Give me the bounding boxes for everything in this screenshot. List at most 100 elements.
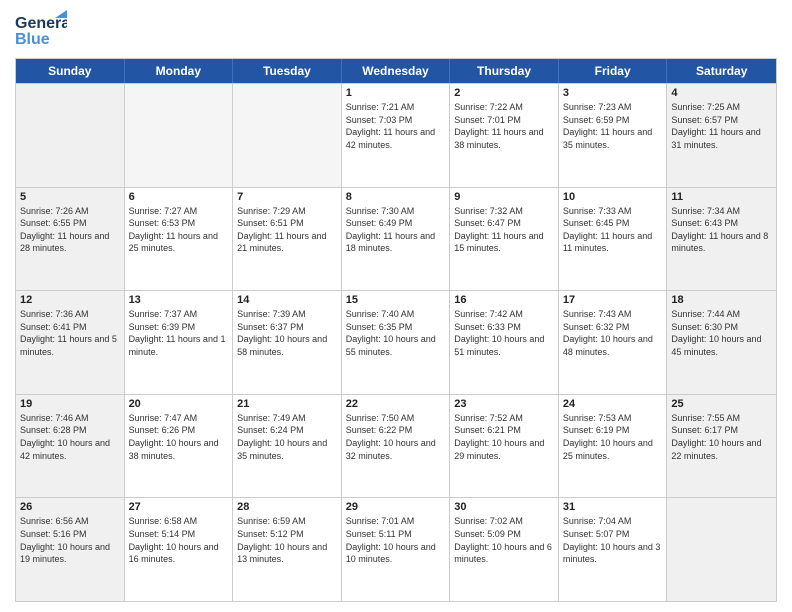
day-cell: 24 Sunrise: 7:53 AMSunset: 6:19 PMDayligh… [559,395,668,498]
day-cell: 8Sunrise: 7:30 AMSunset: 6:49 PMDaylight… [342,188,451,291]
calendar-header: SundayMondayTuesdayWednesdayThursdayFrid… [16,59,776,83]
day-cell: 26 Sunrise: 6:56 AMSunset: 5:16 PMDayligh… [16,498,125,601]
day-info: Sunrise: 7:22 AMSunset: 7:01 PMDaylight:… [454,101,554,151]
logo-icon: General Blue [15,10,67,52]
day-info: Sunrise: 7:42 AMSunset: 6:33 PMDaylight:… [454,308,554,358]
day-info: Sunrise: 6:56 AMSunset: 5:16 PMDaylight:… [20,515,120,565]
day-number: 24 [563,398,663,410]
day-info: Sunrise: 7:47 AMSunset: 6:26 PMDaylight:… [129,412,229,462]
day-of-week-header: Saturday [667,59,776,83]
day-number: 17 [563,294,663,306]
day-number: 10 [563,191,663,203]
day-info: Sunrise: 7:04 AMSunset: 5:07 PMDaylight:… [563,515,663,565]
day-info: Sunrise: 7:25 AMSunset: 6:57 PMDaylight:… [671,101,772,151]
day-info: Sunrise: 7:44 AMSunset: 6:30 PMDaylight:… [671,308,772,358]
day-info: Sunrise: 7:39 AMSunset: 6:37 PMDaylight:… [237,308,337,358]
day-number: 23 [454,398,554,410]
day-cell: 18 Sunrise: 7:44 AMSunset: 6:30 PMDayligh… [667,291,776,394]
day-info: Sunrise: 7:26 AMSunset: 6:55 PMDaylight:… [20,205,120,255]
day-cell: 4 Sunrise: 7:25 AMSunset: 6:57 PMDaylight… [667,84,776,187]
day-number: 2 [454,87,554,99]
day-of-week-header: Friday [559,59,668,83]
calendar: SundayMondayTuesdayWednesdayThursdayFrid… [15,58,777,602]
day-number: 11 [671,191,772,203]
day-info: Sunrise: 7:55 AMSunset: 6:17 PMDaylight:… [671,412,772,462]
day-cell [16,84,125,187]
day-cell: 22 Sunrise: 7:50 AMSunset: 6:22 PMDayligh… [342,395,451,498]
day-cell: 20 Sunrise: 7:47 AMSunset: 6:26 PMDayligh… [125,395,234,498]
week-row: 26 Sunrise: 6:56 AMSunset: 5:16 PMDayligh… [16,497,776,601]
day-info: Sunrise: 7:43 AMSunset: 6:32 PMDaylight:… [563,308,663,358]
day-cell: 14 Sunrise: 7:39 AMSunset: 6:37 PMDayligh… [233,291,342,394]
day-info: Sunrise: 7:40 AMSunset: 6:35 PMDaylight:… [346,308,446,358]
day-number: 30 [454,501,554,513]
day-cell: 2 Sunrise: 7:22 AMSunset: 7:01 PMDaylight… [450,84,559,187]
day-number: 22 [346,398,446,410]
day-cell: 12 Sunrise: 7:36 AMSunset: 6:41 PMDayligh… [16,291,125,394]
day-number: 21 [237,398,337,410]
day-info: Sunrise: 6:58 AMSunset: 5:14 PMDaylight:… [129,515,229,565]
day-info: Sunrise: 7:37 AMSunset: 6:39 PMDaylight:… [129,308,229,358]
day-number: 15 [346,294,446,306]
day-cell: 7Sunrise: 7:29 AMSunset: 6:51 PMDaylight… [233,188,342,291]
day-cell: 31 Sunrise: 7:04 AMSunset: 5:07 PMDayligh… [559,498,668,601]
week-row: 5 Sunrise: 7:26 AMSunset: 6:55 PMDaylight… [16,187,776,291]
day-info: Sunrise: 7:02 AMSunset: 5:09 PMDaylight:… [454,515,554,565]
day-number: 28 [237,501,337,513]
day-number: 12 [20,294,120,306]
day-info: Sunrise: 7:23 AMSunset: 6:59 PMDaylight:… [563,101,663,151]
day-info: Sunrise: 6:59 AMSunset: 5:12 PMDaylight:… [237,515,337,565]
day-cell: 17 Sunrise: 7:43 AMSunset: 6:32 PMDayligh… [559,291,668,394]
day-cell: 11 Sunrise: 7:34 AMSunset: 6:43 PMDayligh… [667,188,776,291]
day-cell: 21Sunrise: 7:49 AMSunset: 6:24 PMDayligh… [233,395,342,498]
day-number: 13 [129,294,229,306]
day-of-week-header: Wednesday [342,59,451,83]
day-info: Sunrise: 7:32 AMSunset: 6:47 PMDaylight:… [454,205,554,255]
day-cell: 16 Sunrise: 7:42 AMSunset: 6:33 PMDayligh… [450,291,559,394]
day-of-week-header: Monday [125,59,234,83]
logo: General Blue [15,10,67,52]
day-number: 14 [237,294,337,306]
day-number: 1 [346,87,446,99]
day-number: 4 [671,87,772,99]
day-info: Sunrise: 7:01 AMSunset: 5:11 PMDaylight:… [346,515,446,565]
day-number: 7 [237,191,337,203]
day-number: 3 [563,87,663,99]
day-cell [125,84,234,187]
day-of-week-header: Sunday [16,59,125,83]
svg-text:Blue: Blue [15,31,50,48]
week-row: 1Sunrise: 7:21 AMSunset: 7:03 PMDaylight… [16,83,776,187]
day-cell: 30 Sunrise: 7:02 AMSunset: 5:09 PMDayligh… [450,498,559,601]
day-cell: 9Sunrise: 7:32 AMSunset: 6:47 PMDaylight… [450,188,559,291]
day-cell: 1Sunrise: 7:21 AMSunset: 7:03 PMDaylight… [342,84,451,187]
day-number: 5 [20,191,120,203]
day-cell: 15 Sunrise: 7:40 AMSunset: 6:35 PMDayligh… [342,291,451,394]
day-cell [233,84,342,187]
day-cell: 29Sunrise: 7:01 AMSunset: 5:11 PMDayligh… [342,498,451,601]
day-cell: 5 Sunrise: 7:26 AMSunset: 6:55 PMDaylight… [16,188,125,291]
day-info: Sunrise: 7:53 AMSunset: 6:19 PMDaylight:… [563,412,663,462]
day-number: 18 [671,294,772,306]
day-cell: 3 Sunrise: 7:23 AMSunset: 6:59 PMDaylight… [559,84,668,187]
day-of-week-header: Tuesday [233,59,342,83]
day-cell: 19Sunrise: 7:46 AMSunset: 6:28 PMDayligh… [16,395,125,498]
day-info: Sunrise: 7:30 AMSunset: 6:49 PMDaylight:… [346,205,446,255]
day-number: 16 [454,294,554,306]
day-cell: 23 Sunrise: 7:52 AMSunset: 6:21 PMDayligh… [450,395,559,498]
day-cell: 28 Sunrise: 6:59 AMSunset: 5:12 PMDayligh… [233,498,342,601]
day-info: Sunrise: 7:52 AMSunset: 6:21 PMDaylight:… [454,412,554,462]
week-row: 12 Sunrise: 7:36 AMSunset: 6:41 PMDayligh… [16,290,776,394]
day-number: 27 [129,501,229,513]
day-info: Sunrise: 7:36 AMSunset: 6:41 PMDaylight:… [20,308,120,358]
day-info: Sunrise: 7:34 AMSunset: 6:43 PMDaylight:… [671,205,772,255]
calendar-body: 1Sunrise: 7:21 AMSunset: 7:03 PMDaylight… [16,83,776,601]
day-number: 31 [563,501,663,513]
day-info: Sunrise: 7:33 AMSunset: 6:45 PMDaylight:… [563,205,663,255]
day-number: 26 [20,501,120,513]
day-info: Sunrise: 7:46 AMSunset: 6:28 PMDaylight:… [20,412,120,462]
day-cell: 27 Sunrise: 6:58 AMSunset: 5:14 PMDayligh… [125,498,234,601]
day-info: Sunrise: 7:50 AMSunset: 6:22 PMDaylight:… [346,412,446,462]
day-number: 25 [671,398,772,410]
day-number: 6 [129,191,229,203]
day-number: 20 [129,398,229,410]
